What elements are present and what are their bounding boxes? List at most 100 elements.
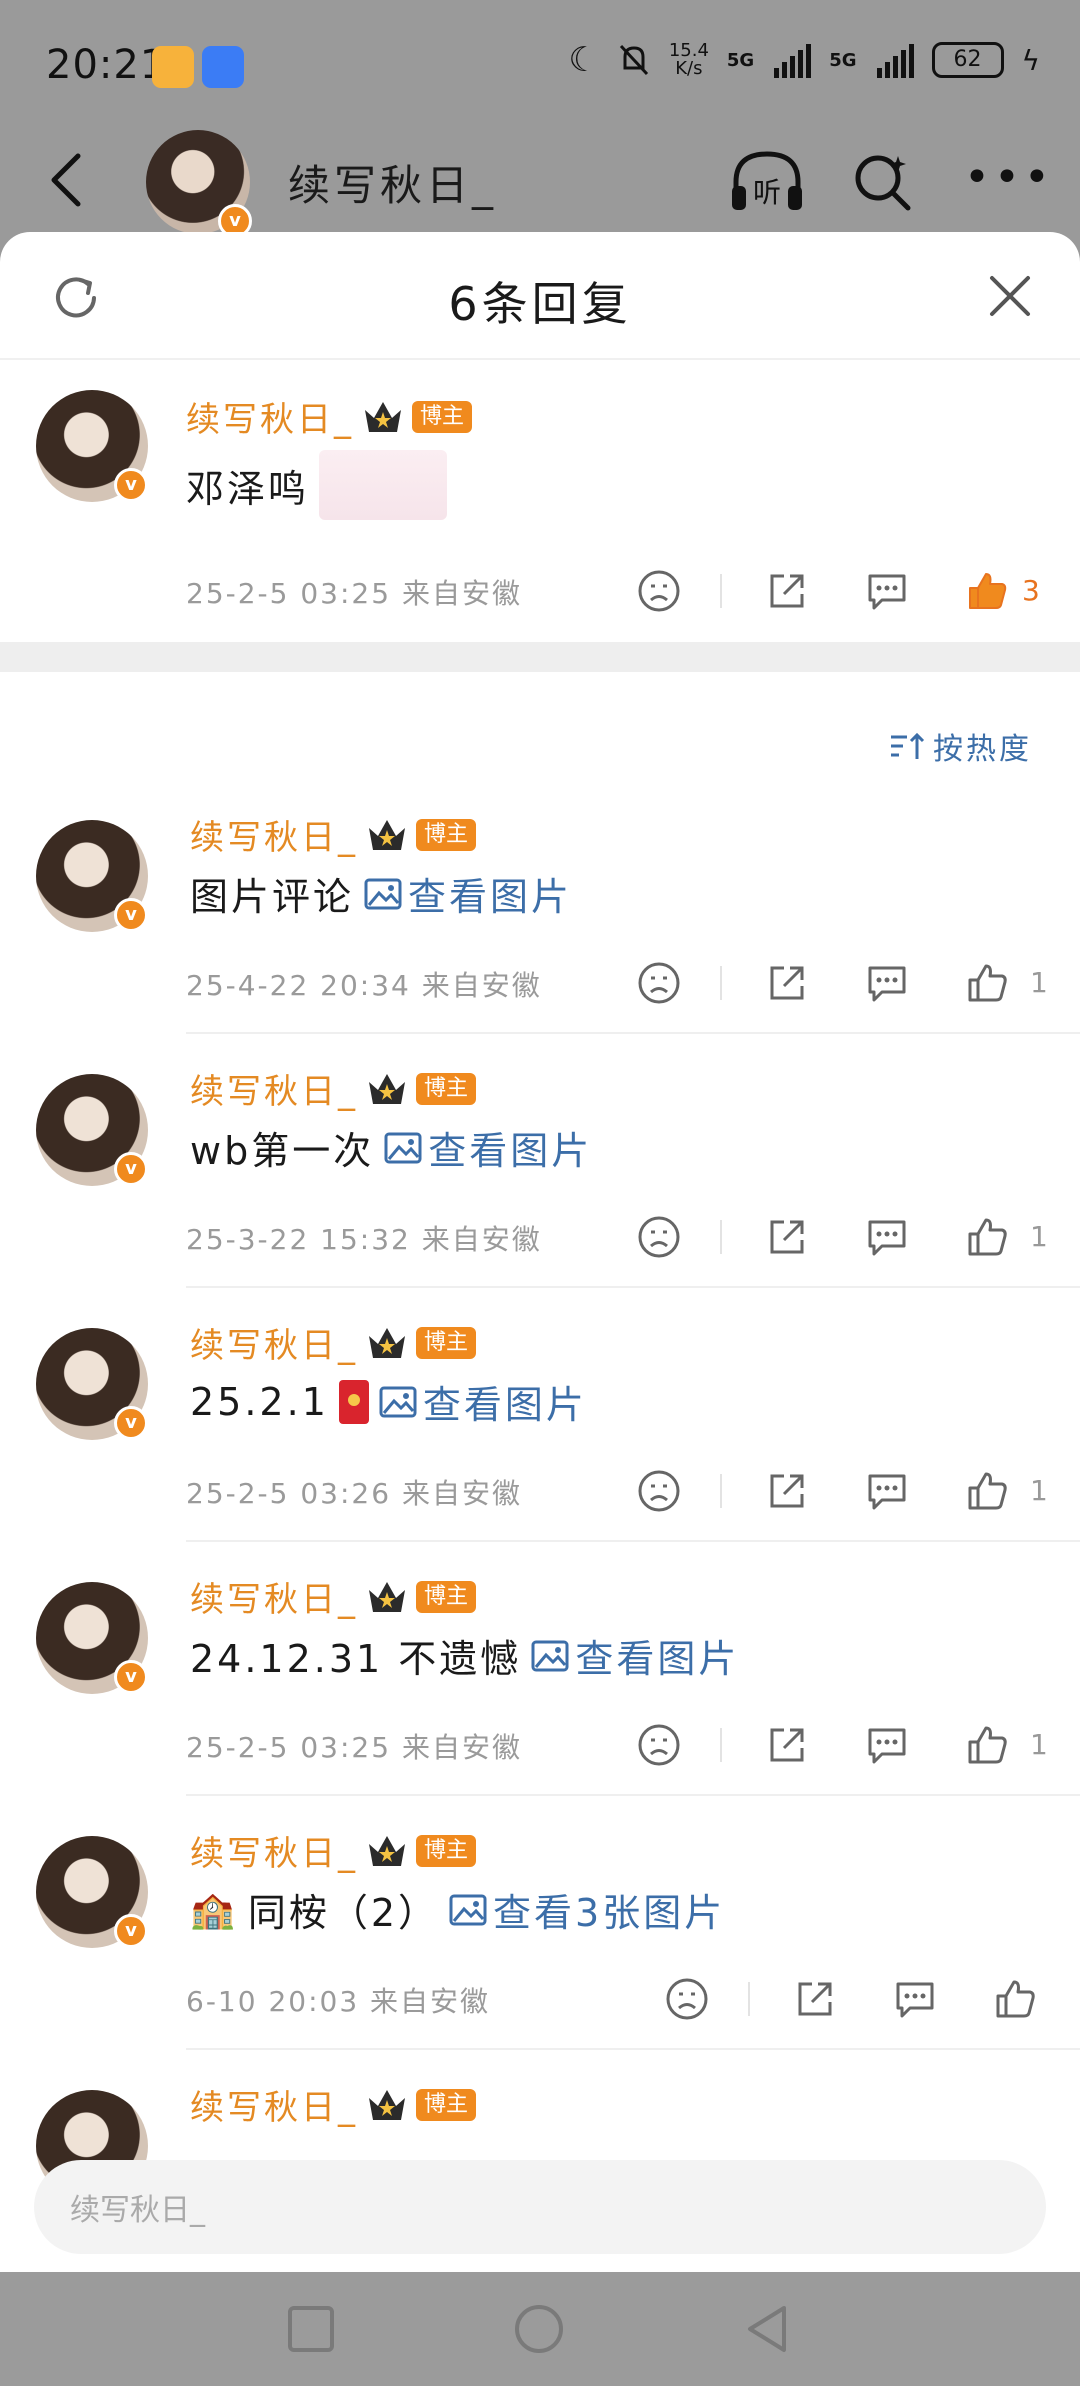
net-speed-unit: K/s bbox=[675, 58, 703, 79]
view-images-link[interactable]: 查看图片 bbox=[531, 1628, 739, 1683]
more-options-icon[interactable]: ••• bbox=[964, 156, 1054, 200]
weibo-app-icon bbox=[152, 46, 194, 88]
moon-icon: ☾ bbox=[568, 40, 599, 80]
comment-text: wb第一次 查看图片 bbox=[190, 1120, 592, 1175]
blogger-badge: 博主 bbox=[416, 1326, 477, 1359]
view-images-link[interactable]: 查看3张图片 bbox=[449, 1882, 725, 1937]
comment-actions: 3 bbox=[636, 568, 1046, 618]
dislike-face-icon[interactable] bbox=[636, 1214, 682, 1260]
share-icon[interactable] bbox=[764, 568, 810, 614]
recent-apps-icon[interactable] bbox=[284, 2302, 338, 2356]
row-separator bbox=[186, 2048, 1080, 2050]
like-count: 1 bbox=[1030, 966, 1048, 999]
row-separator bbox=[186, 1540, 1080, 1542]
comment-icon[interactable] bbox=[864, 960, 910, 1006]
replies-sheet: 6条回复 v 续写秋日_ 博主 邓泽鸣 25-2-5 03:25 来自安徽 3 … bbox=[0, 232, 1080, 2272]
search-icon[interactable] bbox=[850, 150, 914, 214]
comment-meta: 25-3-22 15:32 来自安徽 bbox=[186, 1223, 542, 1256]
nav-back-icon[interactable] bbox=[740, 2302, 794, 2356]
dislike-face-icon[interactable] bbox=[636, 1722, 682, 1768]
comment-actions: 1 bbox=[636, 960, 1048, 1010]
comment-icon[interactable] bbox=[864, 1214, 910, 1260]
dislike-face-icon[interactable] bbox=[664, 1976, 710, 2022]
avatar[interactable]: v bbox=[36, 820, 148, 932]
comment-author: 续写秋日_ 博主 bbox=[190, 1826, 477, 1875]
mute-bell-icon bbox=[619, 44, 648, 76]
share-icon[interactable] bbox=[764, 1468, 810, 1514]
share-icon[interactable] bbox=[792, 1976, 838, 2022]
username[interactable]: 续写秋日_ bbox=[186, 392, 354, 441]
crown-icon bbox=[365, 401, 401, 432]
comment-icon[interactable] bbox=[892, 1976, 938, 2022]
comment-author: 续写秋日_ 博主 bbox=[190, 1318, 477, 1367]
avatar[interactable]: v bbox=[36, 1074, 148, 1186]
view-images-link[interactable]: 查看图片 bbox=[384, 1120, 592, 1175]
like-count: 1 bbox=[1030, 1728, 1048, 1761]
blogger-badge: 博主 bbox=[416, 1072, 477, 1105]
username[interactable]: 续写秋日_ bbox=[190, 810, 358, 859]
comment-actions: 1 bbox=[636, 1722, 1048, 1772]
view-images-label: 查看图片 bbox=[428, 1129, 593, 1173]
action-separator bbox=[748, 1982, 750, 2016]
avatar[interactable]: v bbox=[36, 390, 148, 502]
share-icon[interactable] bbox=[764, 1722, 810, 1768]
comment-icon[interactable] bbox=[864, 568, 910, 614]
dislike-face-icon[interactable] bbox=[636, 568, 682, 614]
comment-text-content: 图片评论 bbox=[190, 875, 355, 919]
like-thumb-icon[interactable] bbox=[964, 960, 1010, 1006]
comment-icon[interactable] bbox=[864, 1722, 910, 1768]
like-thumb-icon[interactable] bbox=[964, 1214, 1010, 1260]
like-thumb-icon[interactable] bbox=[964, 1468, 1010, 1514]
verified-badge-icon: v bbox=[114, 1152, 148, 1186]
comment-author: 续写秋日_ 博主 bbox=[190, 1064, 477, 1113]
picture-icon bbox=[364, 878, 402, 909]
sort-by-hot-button[interactable]: 按热度 bbox=[889, 724, 1032, 768]
picture-icon bbox=[449, 1894, 487, 1925]
listen-headphone-icon[interactable]: 听 bbox=[728, 146, 806, 216]
row-separator bbox=[186, 1794, 1080, 1796]
dislike-face-icon[interactable] bbox=[636, 960, 682, 1006]
action-separator bbox=[720, 574, 722, 608]
comment-text-content: wb第一次 bbox=[190, 1129, 375, 1173]
view-images-link[interactable]: 查看图片 bbox=[379, 1374, 587, 1429]
avatar[interactable]: v bbox=[36, 1836, 148, 1948]
verified-badge-icon: v bbox=[114, 1914, 148, 1948]
verified-badge-icon: v bbox=[114, 1406, 148, 1440]
like-thumb-icon[interactable] bbox=[992, 1976, 1038, 2022]
reply-input-bar[interactable] bbox=[34, 2160, 1046, 2254]
share-icon[interactable] bbox=[764, 960, 810, 1006]
view-images-link[interactable]: 查看图片 bbox=[364, 866, 572, 921]
close-icon[interactable] bbox=[986, 272, 1034, 320]
back-arrow-icon[interactable] bbox=[40, 150, 100, 210]
action-separator bbox=[720, 966, 722, 1000]
username[interactable]: 续写秋日_ bbox=[190, 1318, 358, 1367]
comment-actions: 1 bbox=[636, 1214, 1048, 1264]
blogger-badge: 博主 bbox=[416, 1580, 477, 1613]
avatar[interactable]: v bbox=[36, 1582, 148, 1694]
status-time: 20:21 bbox=[46, 42, 167, 88]
dislike-face-icon[interactable] bbox=[636, 1468, 682, 1514]
share-icon[interactable] bbox=[764, 1214, 810, 1260]
comment-text-content: 24.12.31 不遗憾 bbox=[190, 1637, 522, 1681]
blogger-badge: 博主 bbox=[416, 2088, 477, 2121]
username[interactable]: 续写秋日_ bbox=[190, 1572, 358, 1621]
signal-label-1: 5G bbox=[726, 49, 755, 71]
like-thumb-icon[interactable] bbox=[964, 568, 1010, 614]
crown-icon bbox=[369, 819, 405, 850]
comment-text: 24.12.31 不遗憾 查看图片 bbox=[190, 1628, 739, 1683]
reply-input[interactable] bbox=[70, 2182, 790, 2232]
comment-text-content: 邓泽鸣 bbox=[186, 466, 310, 511]
username[interactable]: 续写秋日_ bbox=[190, 1064, 358, 1113]
crown-icon bbox=[369, 1835, 405, 1866]
username[interactable]: 续写秋日_ bbox=[190, 1826, 358, 1875]
bunny-sticker-image[interactable] bbox=[319, 450, 448, 520]
comment-author: 续写秋日_ 博主 bbox=[190, 810, 477, 859]
username[interactable]: 续写秋日_ bbox=[190, 2080, 358, 2129]
like-thumb-icon[interactable] bbox=[964, 1722, 1010, 1768]
system-nav-bar bbox=[0, 2272, 1080, 2386]
comment-meta: 25-2-5 03:26 来自安徽 bbox=[186, 1477, 522, 1510]
header-avatar[interactable]: v bbox=[146, 130, 252, 238]
home-icon[interactable] bbox=[512, 2302, 566, 2356]
comment-icon[interactable] bbox=[864, 1468, 910, 1514]
avatar[interactable]: v bbox=[36, 1328, 148, 1440]
